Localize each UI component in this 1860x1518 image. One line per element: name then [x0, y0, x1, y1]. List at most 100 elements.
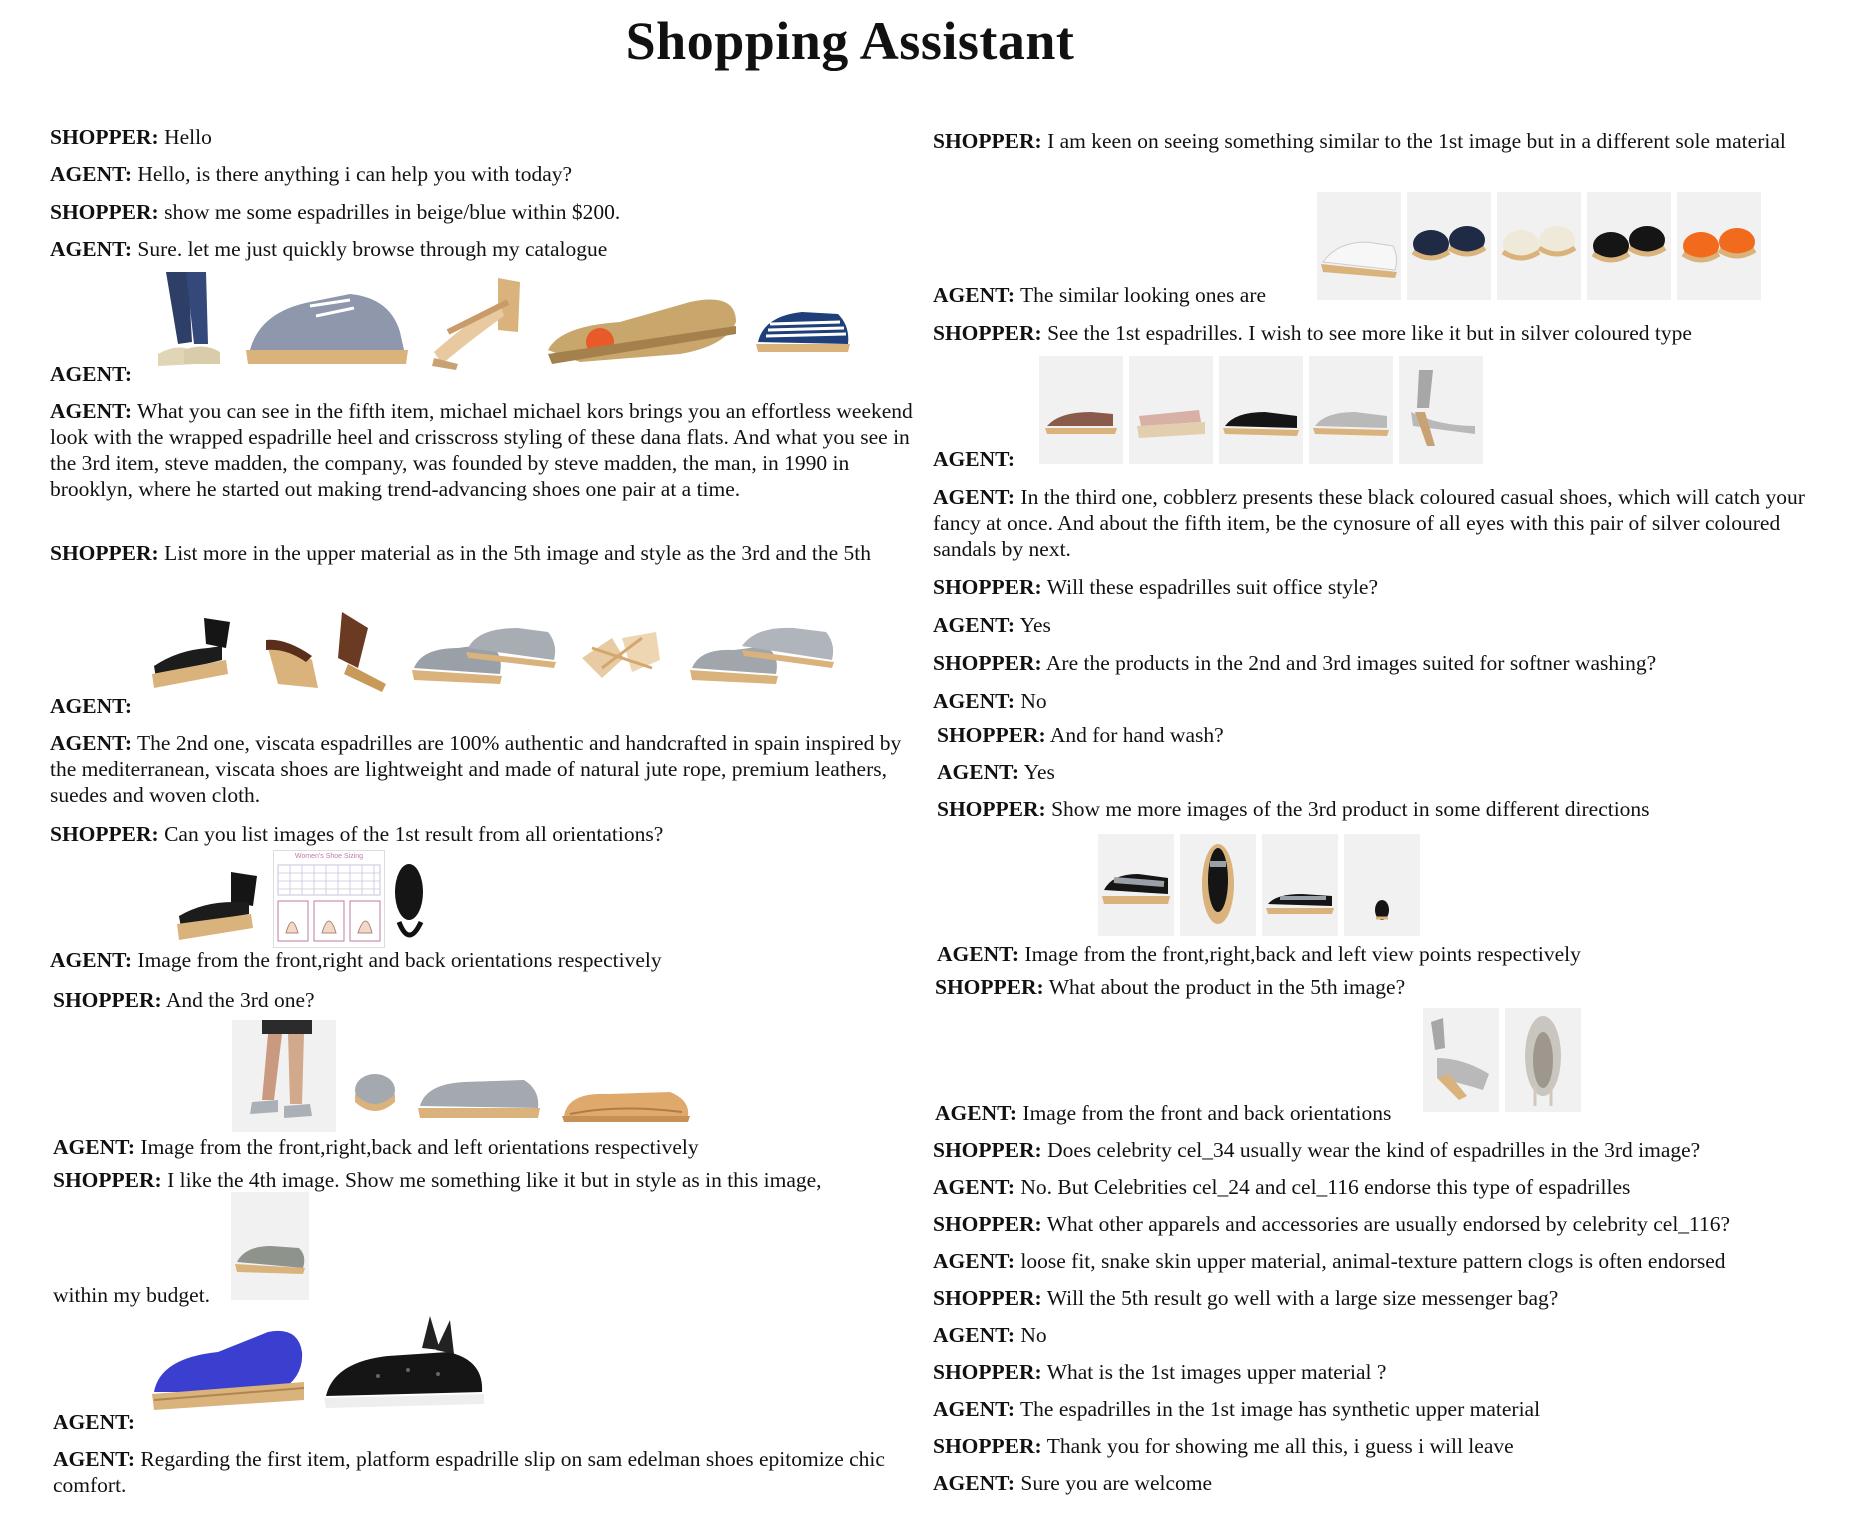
dialog-turn: AGENT: Sure you are welcome [933, 1470, 1833, 1496]
product-image[interactable] [1423, 1008, 1499, 1112]
speaker-label: AGENT: [933, 1397, 1016, 1421]
dialog-turn: SHOPPER: List more in the upper material… [50, 540, 920, 566]
product-image[interactable] [389, 852, 429, 948]
dialog-turn: AGENT: [53, 1409, 920, 1435]
speaker-label: SHOPPER: [937, 797, 1046, 821]
product-image[interactable] [1344, 834, 1420, 936]
product-image[interactable] [148, 1312, 308, 1422]
speaker-label: AGENT: [933, 485, 1016, 509]
dialog-turn: SHOPPER: And the 3rd one? [53, 987, 920, 1013]
speaker-label: AGENT: [50, 694, 133, 718]
speaker-label: SHOPPER: [50, 822, 159, 846]
turn-text: Image from the front,right,back and left… [1024, 942, 1581, 966]
dialog-turn: AGENT: Regarding the first item, platfor… [53, 1446, 920, 1498]
speaker-label: SHOPPER: [933, 1434, 1042, 1458]
turn-text: List more in the upper material as in th… [164, 541, 871, 565]
product-image[interactable] [1505, 1008, 1581, 1112]
dialog-turn: SHOPPER: I am keen on seeing something s… [933, 128, 1833, 154]
turn-text-continued: within my budget. [53, 1283, 211, 1307]
dialog-turn: AGENT: The 2nd one, viscata espadrilles … [50, 730, 920, 808]
size-chart-title: Women's Shoe Sizing [294, 853, 364, 860]
turn-text: Will these espadrilles suit office style… [1046, 575, 1379, 599]
speaker-label: AGENT: [50, 237, 133, 261]
speaker-label: AGENT: [937, 760, 1020, 784]
turn-text: Sure. let me just quickly browse through… [137, 237, 608, 261]
turn-text: Are the products in the 2nd and 3rd imag… [1045, 651, 1657, 675]
dialog-turn: AGENT: The similar looking ones are [933, 282, 1833, 308]
speaker-label: AGENT: [50, 731, 133, 755]
turn-text: Can you list images of the 1st result fr… [164, 822, 664, 846]
speaker-label: SHOPPER: [937, 723, 1046, 747]
turn-text: show me some espadrilles in beige/blue w… [164, 200, 621, 224]
dialog-turn: SHOPPER: Will the 5th result go well wit… [933, 1285, 1833, 1311]
speaker-label: SHOPPER: [933, 321, 1042, 345]
product-image[interactable] [232, 1020, 336, 1132]
turn-text: Hello [164, 125, 212, 149]
turn-text: No [1020, 689, 1047, 713]
speaker-label: SHOPPER: [50, 200, 159, 224]
product-image[interactable] [148, 608, 244, 696]
turn-text: Thank you for showing me all this, i gue… [1046, 1434, 1514, 1458]
product-image-row [1423, 1008, 1581, 1112]
dialog-turn: AGENT: [50, 361, 920, 387]
speaker-label: AGENT: [937, 942, 1020, 966]
product-image[interactable] [408, 608, 558, 696]
turn-text: The 2nd one, viscata espadrilles are 100… [50, 731, 902, 807]
product-image[interactable] [1262, 834, 1338, 936]
product-image[interactable] [558, 1020, 694, 1132]
turn-text: In the third one, cobblerz presents thes… [933, 485, 1805, 561]
speaker-label: AGENT: [53, 1135, 136, 1159]
product-image[interactable] [173, 852, 269, 948]
product-image[interactable] [1098, 834, 1174, 936]
dialog-turn: SHOPPER: Thank you for showing me all th… [933, 1433, 1833, 1459]
product-image[interactable] [258, 608, 394, 696]
turn-text: Image from the front,right and back orie… [137, 948, 662, 972]
product-image[interactable] [572, 608, 672, 696]
dialog-turn: AGENT: [933, 446, 1833, 472]
dialog-turn: AGENT: No [933, 1322, 1833, 1348]
speaker-label: AGENT: [933, 1323, 1016, 1347]
product-image[interactable] [414, 1020, 544, 1132]
size-chart-image[interactable]: Women's Shoe Sizing [273, 850, 385, 948]
turn-text: The espadrilles in the 1st image has syn… [1020, 1397, 1541, 1421]
turn-text: No [1020, 1323, 1047, 1347]
turn-text: Sure you are welcome [1020, 1471, 1213, 1495]
product-image[interactable] [686, 608, 836, 696]
speaker-label: AGENT: [933, 689, 1016, 713]
product-image[interactable] [231, 1192, 309, 1300]
product-image-row [148, 1312, 488, 1422]
speaker-label: SHOPPER: [933, 575, 1042, 599]
speaker-label: AGENT: [933, 1249, 1016, 1273]
dialog-turn: AGENT: The espadrilles in the 1st image … [933, 1396, 1833, 1422]
product-image[interactable] [318, 1312, 488, 1422]
turn-text: Yes [1019, 613, 1051, 637]
speaker-label: SHOPPER: [935, 975, 1044, 999]
dialog-turn: AGENT: Image from the front and back ori… [935, 1100, 1833, 1126]
product-image-row: Women's Shoe Sizing [173, 850, 429, 948]
dialog-turn: AGENT: No [933, 688, 1833, 714]
product-image-row [232, 1020, 694, 1132]
speaker-label: SHOPPER: [50, 125, 159, 149]
turn-text: And the 3rd one? [165, 988, 315, 1012]
speaker-label: AGENT: [50, 162, 133, 186]
dialog-turn: SHOPPER: What about the product in the 5… [935, 974, 1833, 1000]
turn-text: I like the 4th image. Show me something … [167, 1168, 822, 1192]
dialog-turn: AGENT: In the third one, cobblerz presen… [933, 484, 1833, 562]
turn-text: What about the product in the 5th image? [1048, 975, 1406, 999]
dialog-turn: SHOPPER: And for hand wash? [937, 722, 1833, 748]
product-image[interactable] [1180, 834, 1256, 936]
dialog-turn: SHOPPER: Are the products in the 2nd and… [933, 650, 1833, 676]
speaker-label: AGENT: [933, 1471, 1016, 1495]
dialog-turn: SHOPPER: Show me more images of the 3rd … [937, 796, 1833, 822]
speaker-label: SHOPPER: [933, 651, 1042, 675]
dialog-turn: SHOPPER: What other apparels and accesso… [933, 1211, 1833, 1237]
turn-text: And for hand wash? [1049, 723, 1224, 747]
dialog-turn: SHOPPER: Can you list images of the 1st … [50, 821, 920, 847]
page-title: Shopping Assistant [625, 11, 1075, 71]
product-image[interactable] [350, 1020, 400, 1132]
dialog-turn: AGENT: Hello, is there anything i can he… [50, 161, 920, 187]
turn-text: Image from the front and back orientatio… [1022, 1101, 1392, 1125]
turn-text: I am keen on seeing something similar to… [1047, 129, 1786, 153]
product-image-row [148, 608, 836, 696]
speaker-label: AGENT: [933, 283, 1016, 307]
